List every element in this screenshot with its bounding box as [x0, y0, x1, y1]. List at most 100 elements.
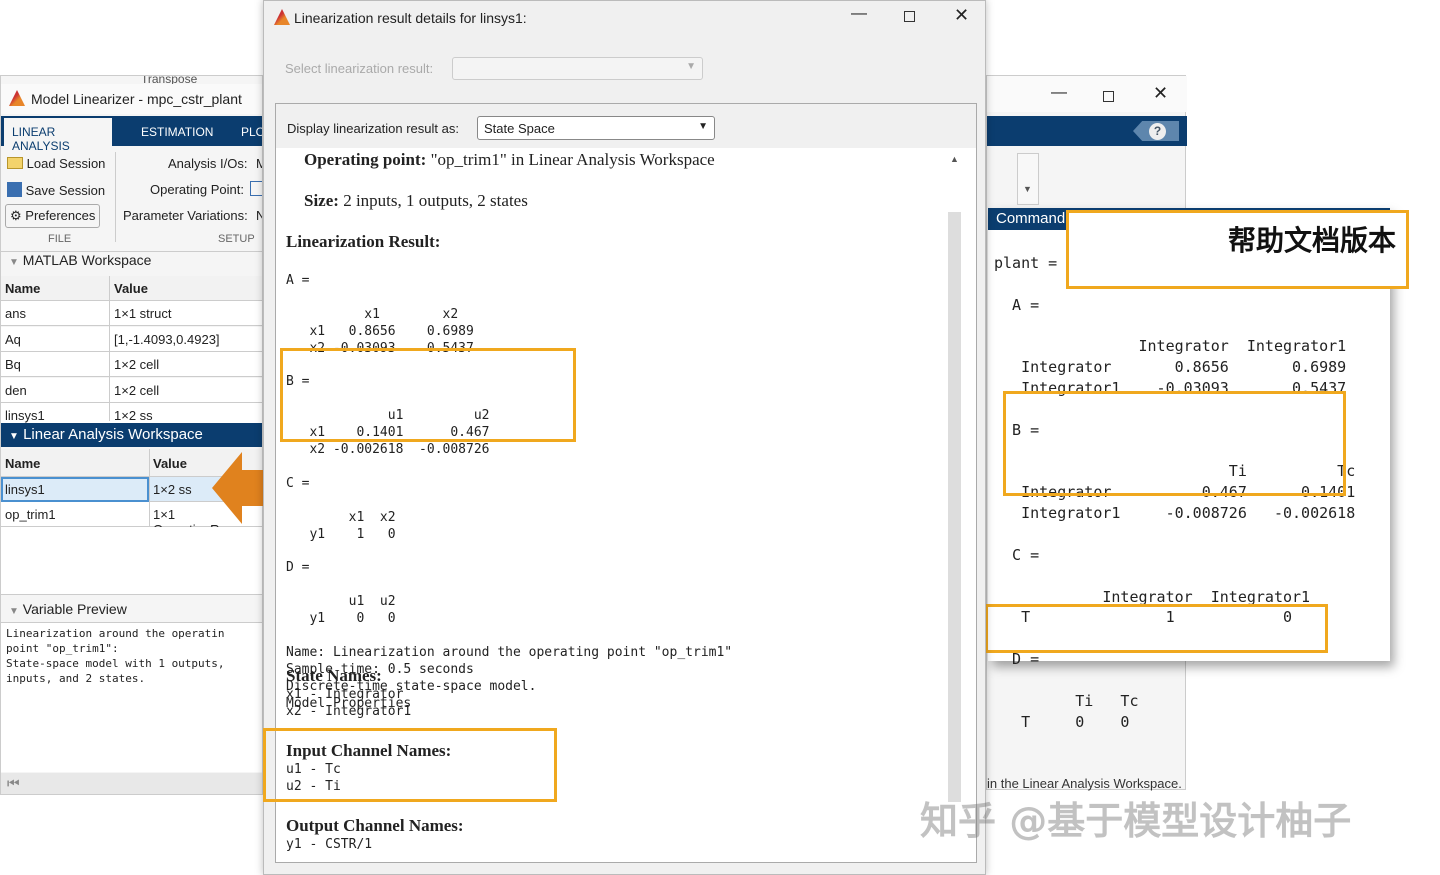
state-names-heading: State Names:	[286, 666, 382, 686]
maximize-icon[interactable]	[1103, 91, 1114, 102]
matlab-logo-icon	[274, 9, 290, 25]
tab-estimation[interactable]: ESTIMATION	[141, 125, 213, 139]
col-value: Value	[114, 281, 148, 296]
highlight-box-b	[280, 348, 576, 442]
folder-icon	[7, 157, 23, 169]
select-result-label: Select linearization result:	[285, 61, 433, 76]
cell-name: op_trim1	[5, 507, 56, 522]
model-linearizer-window: Transpose Model Linearizer - mpc_cstr_pl…	[0, 75, 263, 795]
vertical-scrollbar[interactable]: ▲	[946, 152, 963, 848]
label: Preferences	[25, 208, 95, 223]
size-line: Size: 2 inputs, 1 outputs, 2 states	[304, 191, 528, 211]
divider	[149, 449, 150, 527]
collapse-icon: ▼	[9, 606, 19, 617]
chevron-down-icon: ▼	[686, 61, 696, 72]
empty-area	[1, 527, 263, 595]
cell-value: 1×2 ss	[153, 482, 192, 497]
cell-name: linsys1	[1, 477, 149, 502]
linear-analysis-workspace-header[interactable]: ▼ Linear Analysis Workspace	[1, 423, 263, 447]
label: Load Session	[27, 156, 106, 171]
collapse-left-icon[interactable]: ⏮	[7, 775, 20, 792]
table-row[interactable]: den 1×2 cell	[1, 378, 263, 403]
section-title: MATLAB Workspace	[23, 252, 152, 268]
tab-linear-analysis[interactable]: LINEAR ANALYSIS	[4, 118, 112, 146]
cell-name: linsys1	[5, 408, 45, 423]
help-icon[interactable]: ?	[1149, 123, 1166, 140]
status-bar: ⏮	[1, 773, 263, 795]
dropdown-button[interactable]: ▼	[1017, 153, 1039, 205]
state-space-matrices: A = x1 x2 x1 0.8656 0.6989 x2 -0.03093 0…	[286, 273, 732, 713]
table-row[interactable]: ans 1×1 struct	[1, 301, 263, 326]
value: State Space	[484, 121, 555, 136]
value: 2 inputs, 1 outputs, 2 states	[343, 191, 528, 210]
preferences-button[interactable]: ⚙ Preferences	[5, 204, 100, 228]
label: Save Session	[26, 183, 106, 198]
save-icon	[7, 182, 22, 197]
variable-preview-header[interactable]: ▼ Variable Preview	[1, 601, 263, 617]
cell-name: ans	[5, 306, 26, 321]
minimize-icon[interactable]: —	[851, 5, 867, 23]
col-name: Name	[5, 281, 40, 296]
table-row[interactable]: Aq[1,-1.4093,0.4923]	[1, 327, 263, 352]
cell-value: 1×2 cell	[114, 357, 159, 372]
dialog-title: Linearization result details for linsys1…	[294, 10, 527, 26]
collapse-icon: ▼	[9, 431, 19, 442]
file-group-label: FILE	[48, 233, 71, 245]
close-icon[interactable]: ✕	[1153, 83, 1168, 104]
result-heading: Linearization Result:	[286, 232, 440, 252]
title-bar: Model Linearizer - mpc_cstr_plant	[1, 84, 263, 114]
label: Size:	[304, 191, 339, 210]
watermark: 知乎 @基于模型设计柚子	[920, 790, 1351, 845]
status-text: in the Linear Analysis Workspace.	[987, 776, 1182, 791]
cell-name: den	[5, 383, 27, 398]
ribbon-bar: ?	[987, 116, 1187, 146]
variable-preview-text: Linearization around the operatin point …	[1, 622, 263, 772]
title-bar: — ✕	[987, 76, 1187, 112]
value: "op_trim1" in Linear Analysis Workspace	[431, 150, 715, 169]
analysis-ios-label: Analysis I/Os:	[168, 156, 247, 171]
highlight-box-b	[1003, 391, 1346, 496]
cell-value: 1×1 struct	[114, 306, 171, 321]
close-icon[interactable]: ✕	[954, 5, 969, 26]
cell-value: 1×2 ss	[114, 408, 153, 423]
operating-point-line: Operating point: "op_trim1" in Linear An…	[304, 150, 715, 170]
tab-plots[interactable]: PLO	[241, 125, 263, 139]
output-names-heading: Output Channel Names:	[286, 816, 464, 836]
matlab-logo-icon	[9, 90, 25, 106]
parameter-variations-label: Parameter Variations:	[123, 208, 248, 223]
load-session-button[interactable]: Load Session	[7, 156, 105, 171]
cell-value: [1,-1.4093,0.4923]	[114, 332, 220, 347]
label: Operating point:	[304, 150, 426, 169]
cell-name: Bq	[5, 357, 21, 372]
operating-point-icon[interactable]	[250, 181, 263, 196]
operating-point-label: Operating Point:	[150, 182, 244, 197]
minimize-icon[interactable]: —	[1051, 84, 1067, 102]
matlab-workspace-header[interactable]: ▼ MATLAB Workspace	[1, 251, 263, 273]
col-name: Name	[5, 456, 40, 471]
annotation-text: 帮助文档版本	[1228, 219, 1396, 259]
annotation-box: 帮助文档版本	[1066, 210, 1409, 289]
table-row[interactable]: Bq 1×2 cell	[1, 352, 263, 377]
display-as-dropdown[interactable]: State Space ▼	[477, 116, 715, 140]
output-names: y1 - CSTR/1	[286, 836, 372, 853]
ribbon-tabs: LINEAR ANALYSIS ESTIMATION PLO	[1, 116, 263, 146]
highlight-box-d	[985, 604, 1328, 653]
setup-group-label: SETUP	[218, 233, 255, 245]
save-session-button[interactable]: Save Session	[7, 182, 105, 198]
cell-value: 1×2 cell	[114, 383, 159, 398]
scrollbar-thumb[interactable]	[948, 212, 961, 802]
scroll-up-icon[interactable]: ▲	[950, 154, 959, 164]
analysis-ios-dropdown[interactable]: M	[256, 156, 263, 171]
chevron-down-icon: ▼	[1023, 184, 1032, 194]
divider	[115, 152, 116, 242]
display-as-label: Display linearization result as:	[287, 121, 459, 136]
select-result-dropdown[interactable]: ▼	[452, 57, 703, 80]
maximize-icon[interactable]	[904, 11, 915, 22]
section-title: Variable Preview	[23, 601, 127, 617]
col-value: Value	[153, 456, 187, 471]
parameter-variations-dropdown[interactable]: N	[256, 208, 263, 223]
window-title: Model Linearizer - mpc_cstr_plant	[31, 91, 242, 107]
collapse-icon: ▼	[9, 257, 19, 268]
gear-icon: ⚙	[10, 208, 22, 223]
chevron-down-icon: ▼	[698, 121, 708, 132]
